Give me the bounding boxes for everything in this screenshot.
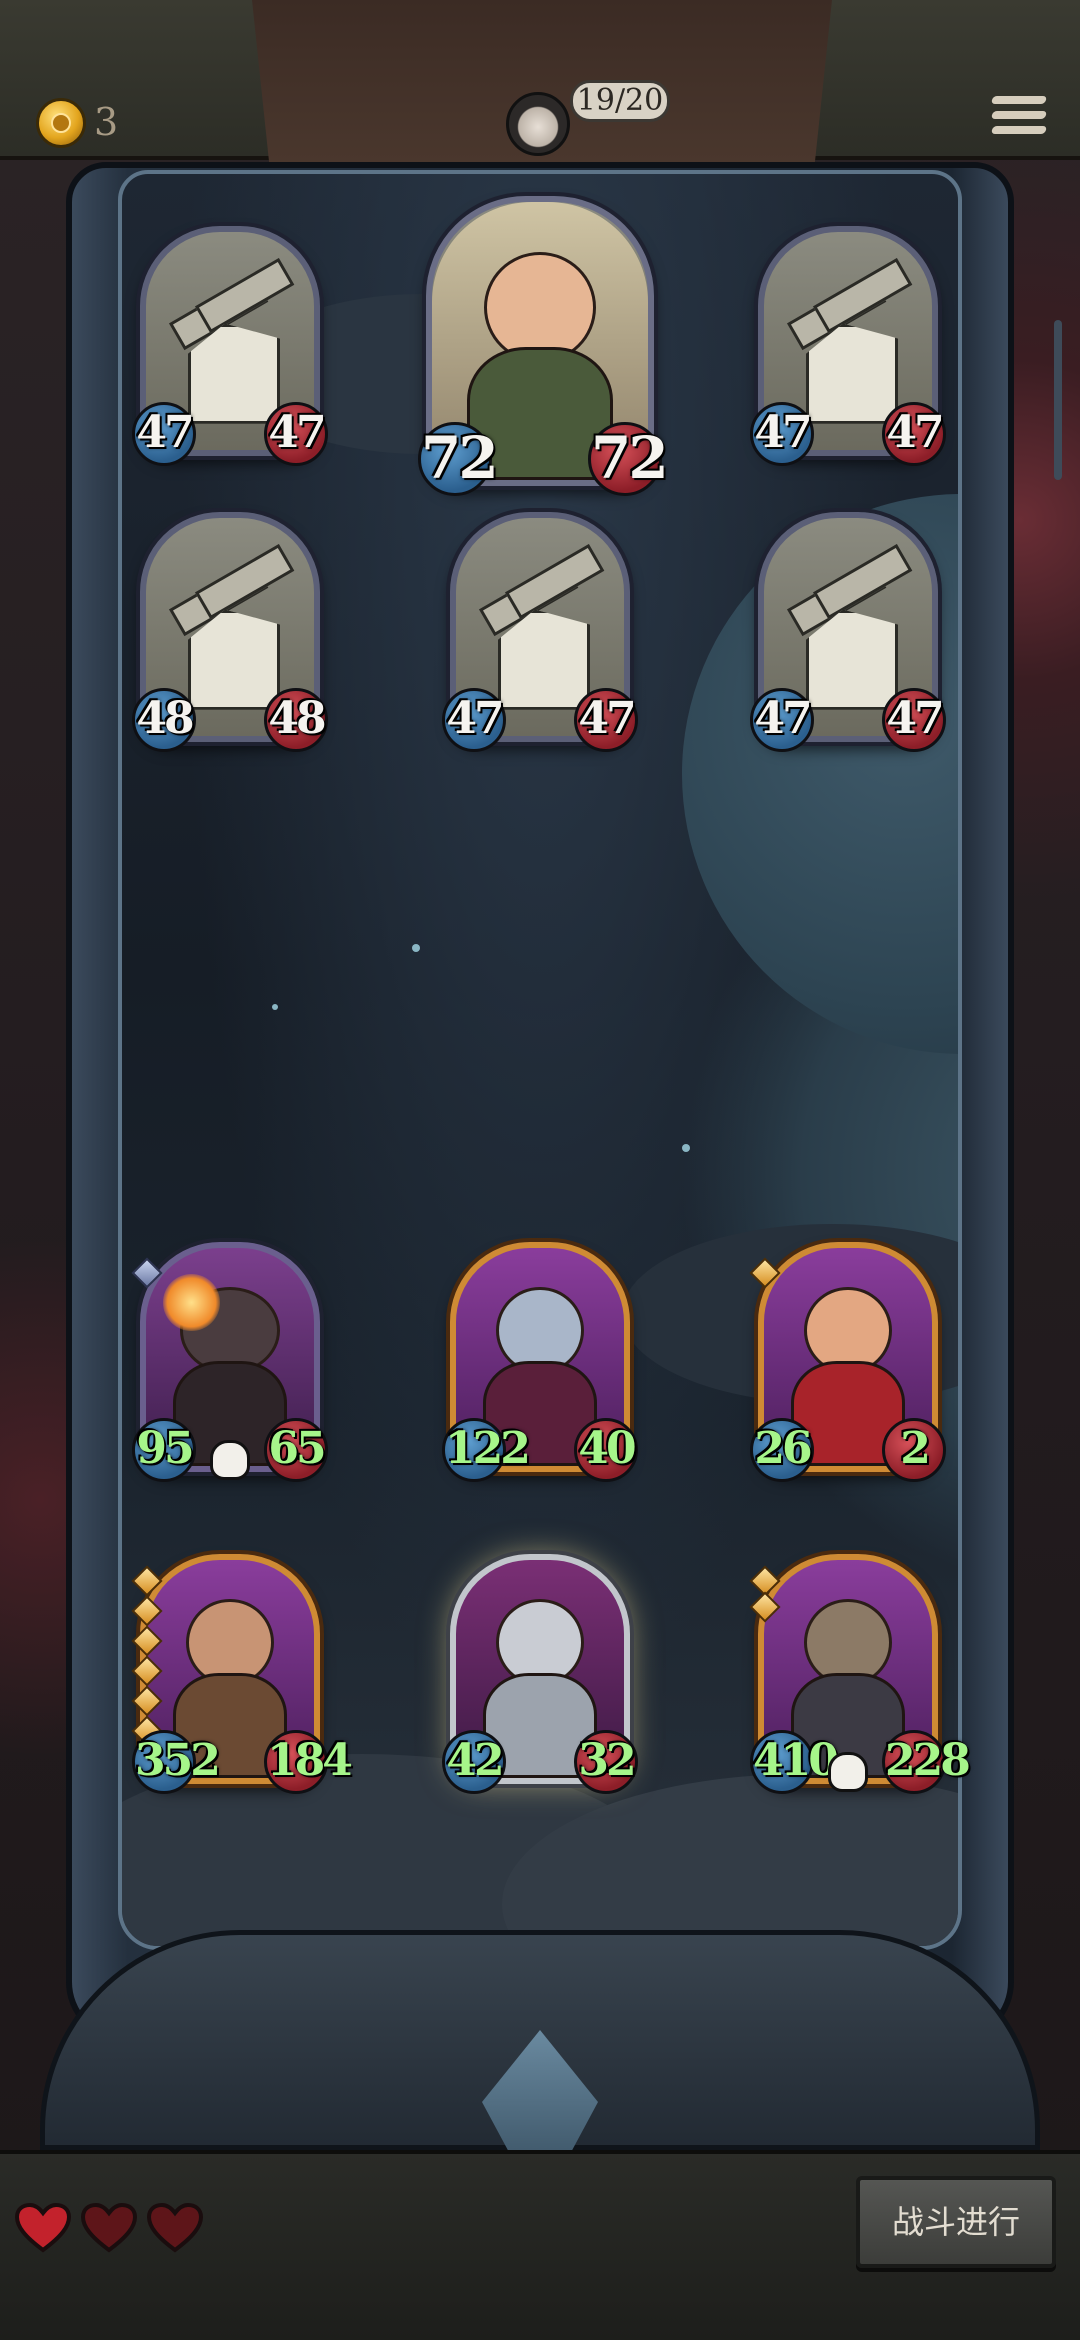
attack-stat: 352 [132,1730,221,1794]
enemy-card-6[interactable]: 47 47 [750,512,946,752]
attack-stat: 26 [750,1418,814,1482]
health-stat: 32 [574,1730,638,1794]
scrollbar[interactable] [1054,320,1062,480]
heart-icon [146,2202,204,2254]
enemy-card-3[interactable]: 47 47 [750,226,946,466]
attack-stat: 95 [132,1418,196,1482]
heart-icon [80,2202,138,2254]
coin-count: 3 [94,100,119,144]
ally-card-4[interactable]: 352 184 [131,1554,353,1794]
ally-card-2[interactable]: 122 40 [442,1242,638,1482]
battle-button[interactable]: 战斗进行 [856,2176,1056,2268]
enemy-card-5[interactable]: 47 47 [442,512,638,752]
hamburger-menu-icon[interactable] [990,96,1048,142]
attack-stat: 47 [442,688,506,752]
heart-icon [14,2202,72,2254]
health-stat: 47 [264,402,328,466]
enemy-card-1[interactable]: 47 47 [132,226,328,466]
health-stat: 47 [882,402,946,466]
health-stat: 65 [264,1418,328,1482]
health-stat: 2 [882,1418,946,1482]
skull-icon [828,1752,868,1792]
player-avatar-icon[interactable] [506,92,570,156]
health-stat: 40 [574,1418,638,1482]
attack-stat: 122 [442,1418,531,1482]
attack-stat: 47 [750,688,814,752]
attack-stat: 72 [418,422,499,496]
enemy-card-4[interactable]: 48 48 [132,512,328,752]
attack-stat: 47 [132,402,196,466]
skull-icon [210,1440,250,1480]
health-stat: 48 [264,688,328,752]
ally-card-6[interactable]: 410 228 [749,1554,971,1794]
health-stat: 184 [264,1730,353,1794]
health-stat: 47 [574,688,638,752]
ally-card-5[interactable]: 42 32 [442,1554,638,1794]
attack-stat: 47 [750,402,814,466]
health-stat: 72 [588,422,669,496]
attack-stat: 48 [132,688,196,752]
turn-counter: 19/20 [570,80,670,122]
enemy-card-2[interactable]: 72 72 [418,196,669,496]
health-stat: 228 [882,1730,971,1794]
crown-coin-icon [36,98,86,148]
ally-card-1[interactable]: 95 65 [131,1242,328,1482]
attack-stat: 410 [750,1730,839,1794]
attack-stat: 42 [442,1730,506,1794]
ally-card-3[interactable]: 26 2 [749,1242,946,1482]
health-stat: 47 [882,688,946,752]
